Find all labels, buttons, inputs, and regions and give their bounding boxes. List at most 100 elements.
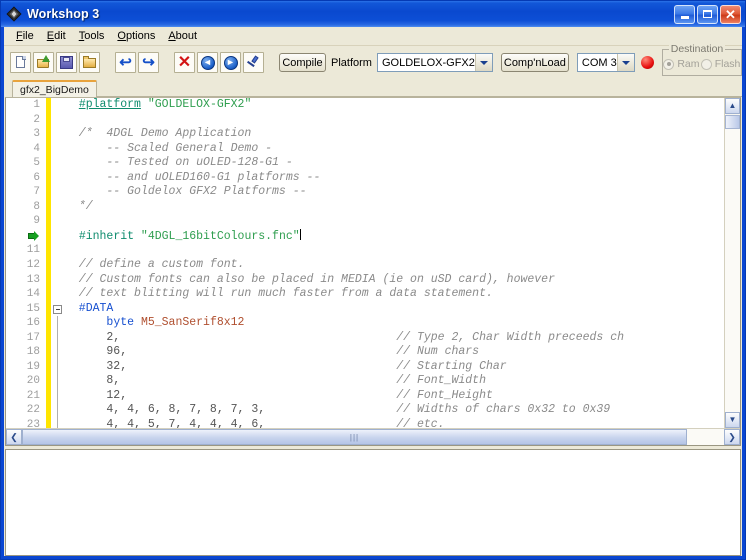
scroll-down-button[interactable]: ▼ [725, 412, 740, 428]
code-line: 4, 4, 6, 8, 7, 8, 7, 3, // Widths of cha… [65, 403, 611, 417]
menu-item-options[interactable]: Options [111, 28, 162, 44]
workshop-diamond-icon [6, 6, 22, 22]
code-line: // Custom fonts can also be placed in ME… [65, 272, 555, 286]
fold-collapse-icon[interactable] [53, 304, 62, 314]
line-number-with-bookmark: 10 [6, 229, 112, 256]
code-area[interactable]: 1 2 3 4 5 6 7 8 9 10 11 1 [6, 98, 724, 428]
platform-combobox[interactable]: GOLDELOX-GFX2 [376, 53, 493, 72]
save-file-button[interactable] [56, 52, 77, 73]
editor-vertical-scrollbar[interactable]: ▲ ▼ [724, 98, 740, 428]
code-line: -- and uOLED160-G1 platforms -- [65, 170, 321, 184]
prev-bookmark-icon: ◄ [200, 55, 215, 70]
next-bookmark-button[interactable]: ► [220, 52, 241, 73]
previous-bookmark-button[interactable]: ◄ [197, 52, 218, 73]
chevron-down-icon[interactable] [474, 54, 492, 71]
undo-button[interactable]: ↩ [115, 52, 136, 73]
folder-icon [82, 55, 97, 70]
toggle-bookmark-button[interactable] [243, 52, 264, 73]
minimize-button[interactable] [674, 4, 695, 24]
menu-item-tools[interactable]: Tools [73, 28, 112, 44]
line-number: 9 [33, 215, 40, 228]
code-line: #platform "GOLDELOX-GFX2" [78, 98, 252, 111]
save-file-icon [59, 55, 74, 70]
chevron-down-icon[interactable] [616, 54, 634, 71]
code-line: 12, // Font_Height [65, 388, 493, 402]
connection-led-icon [640, 56, 654, 69]
fold-row [51, 403, 65, 419]
fold-row-collapsible[interactable] [51, 302, 65, 317]
destination-legend: Destination [668, 43, 726, 55]
pin-bookmark-icon [246, 55, 261, 70]
code-line: -- Goldelox GFX2 Platforms -- [65, 185, 307, 199]
new-file-button[interactable] [10, 52, 31, 73]
line-number: 1 [33, 99, 40, 111]
fold-row [51, 273, 65, 288]
radio-selected-icon [663, 58, 675, 70]
fold-row [51, 156, 65, 171]
comp-n-load-button[interactable]: Comp'nLoad [500, 53, 569, 72]
code-line: #DATA [65, 301, 114, 315]
fold-row [51, 388, 65, 404]
source-text[interactable]: #platform "GOLDELOX-GFX2" /* 4DGL Demo A… [65, 98, 724, 428]
fold-row [51, 185, 65, 200]
menu-item-file[interactable]: File [10, 28, 41, 44]
next-bookmark-icon: ► [223, 55, 238, 70]
maximize-button[interactable] [697, 4, 718, 24]
code-line: 4, 4, 5, 7, 4, 4, 4, 6, // etc. [65, 418, 445, 428]
line-number: 16 [26, 317, 40, 330]
window-controls: ✕ [674, 4, 743, 24]
fold-row [51, 359, 65, 375]
editor-horizontal-scrollbar[interactable]: ❮ ||| ❯ [6, 428, 740, 445]
line-number: 15 [26, 302, 40, 315]
minimize-icon [680, 16, 689, 19]
tab-strip-filler [95, 80, 742, 97]
menu-item-about[interactable]: About [162, 28, 204, 44]
code-fold-margin[interactable] [51, 98, 65, 428]
horizontal-scroll-thumb[interactable]: ||| [22, 429, 687, 445]
com-port-combobox[interactable]: COM 3 [576, 53, 635, 72]
close-button[interactable]: ✕ [720, 4, 741, 24]
fold-row [51, 345, 65, 360]
code-line: 96, // Num chars [65, 345, 480, 359]
output-message-pane[interactable] [5, 449, 741, 556]
horizontal-scroll-track[interactable] [687, 429, 724, 445]
code-line-active: #inherit "4DGL_16bitColours.fnc" [78, 228, 301, 243]
delete-x-icon: ✕ [177, 54, 192, 71]
line-number: 14 [26, 288, 40, 301]
delete-button[interactable]: ✕ [174, 52, 195, 73]
open-file-button[interactable] [33, 52, 54, 73]
com-port-value: COM 3 [581, 56, 617, 69]
redo-button[interactable]: ↪ [138, 52, 159, 73]
new-file-icon [13, 55, 28, 70]
code-line: 2, // Type 2, Char Width preceeds ch [65, 330, 625, 344]
code-line: 32, // Starting Char [65, 359, 507, 373]
line-number: 23 [26, 419, 40, 428]
line-number: 2 [33, 113, 40, 126]
code-line: 8, // Font_Width [65, 374, 486, 388]
vertical-scroll-thumb[interactable] [725, 115, 740, 129]
line-number: 6 [33, 171, 40, 184]
scroll-up-button[interactable]: ▲ [725, 98, 740, 114]
line-number: 4 [33, 142, 40, 155]
scroll-right-button[interactable]: ❯ [724, 429, 740, 445]
menu-item-edit[interactable]: Edit [41, 28, 73, 44]
line-number: 8 [33, 200, 40, 213]
destination-radio-ram[interactable]: Ram [663, 58, 700, 70]
undo-icon: ↩ [119, 54, 132, 71]
vertical-scroll-track[interactable] [725, 129, 740, 412]
code-line: -- Tested on uOLED-128-G1 - [65, 156, 293, 170]
line-number: 17 [26, 331, 40, 344]
code-line: -- Scaled General Demo - [65, 141, 273, 155]
fold-row [51, 229, 65, 244]
open-folder-button[interactable] [79, 52, 100, 73]
compile-button[interactable]: Compile [279, 53, 326, 72]
scroll-left-button[interactable]: ❮ [6, 429, 22, 445]
destination-flash-label: Flash [714, 58, 741, 70]
fold-row [51, 418, 65, 428]
fold-row [51, 98, 65, 113]
tab-gfx2-bigdemo[interactable]: gfx2_BigDemo [12, 80, 97, 97]
title-bar: Workshop 3 ✕ [1, 1, 745, 27]
destination-radio-flash[interactable]: Flash [700, 58, 741, 70]
fold-row [51, 330, 65, 346]
